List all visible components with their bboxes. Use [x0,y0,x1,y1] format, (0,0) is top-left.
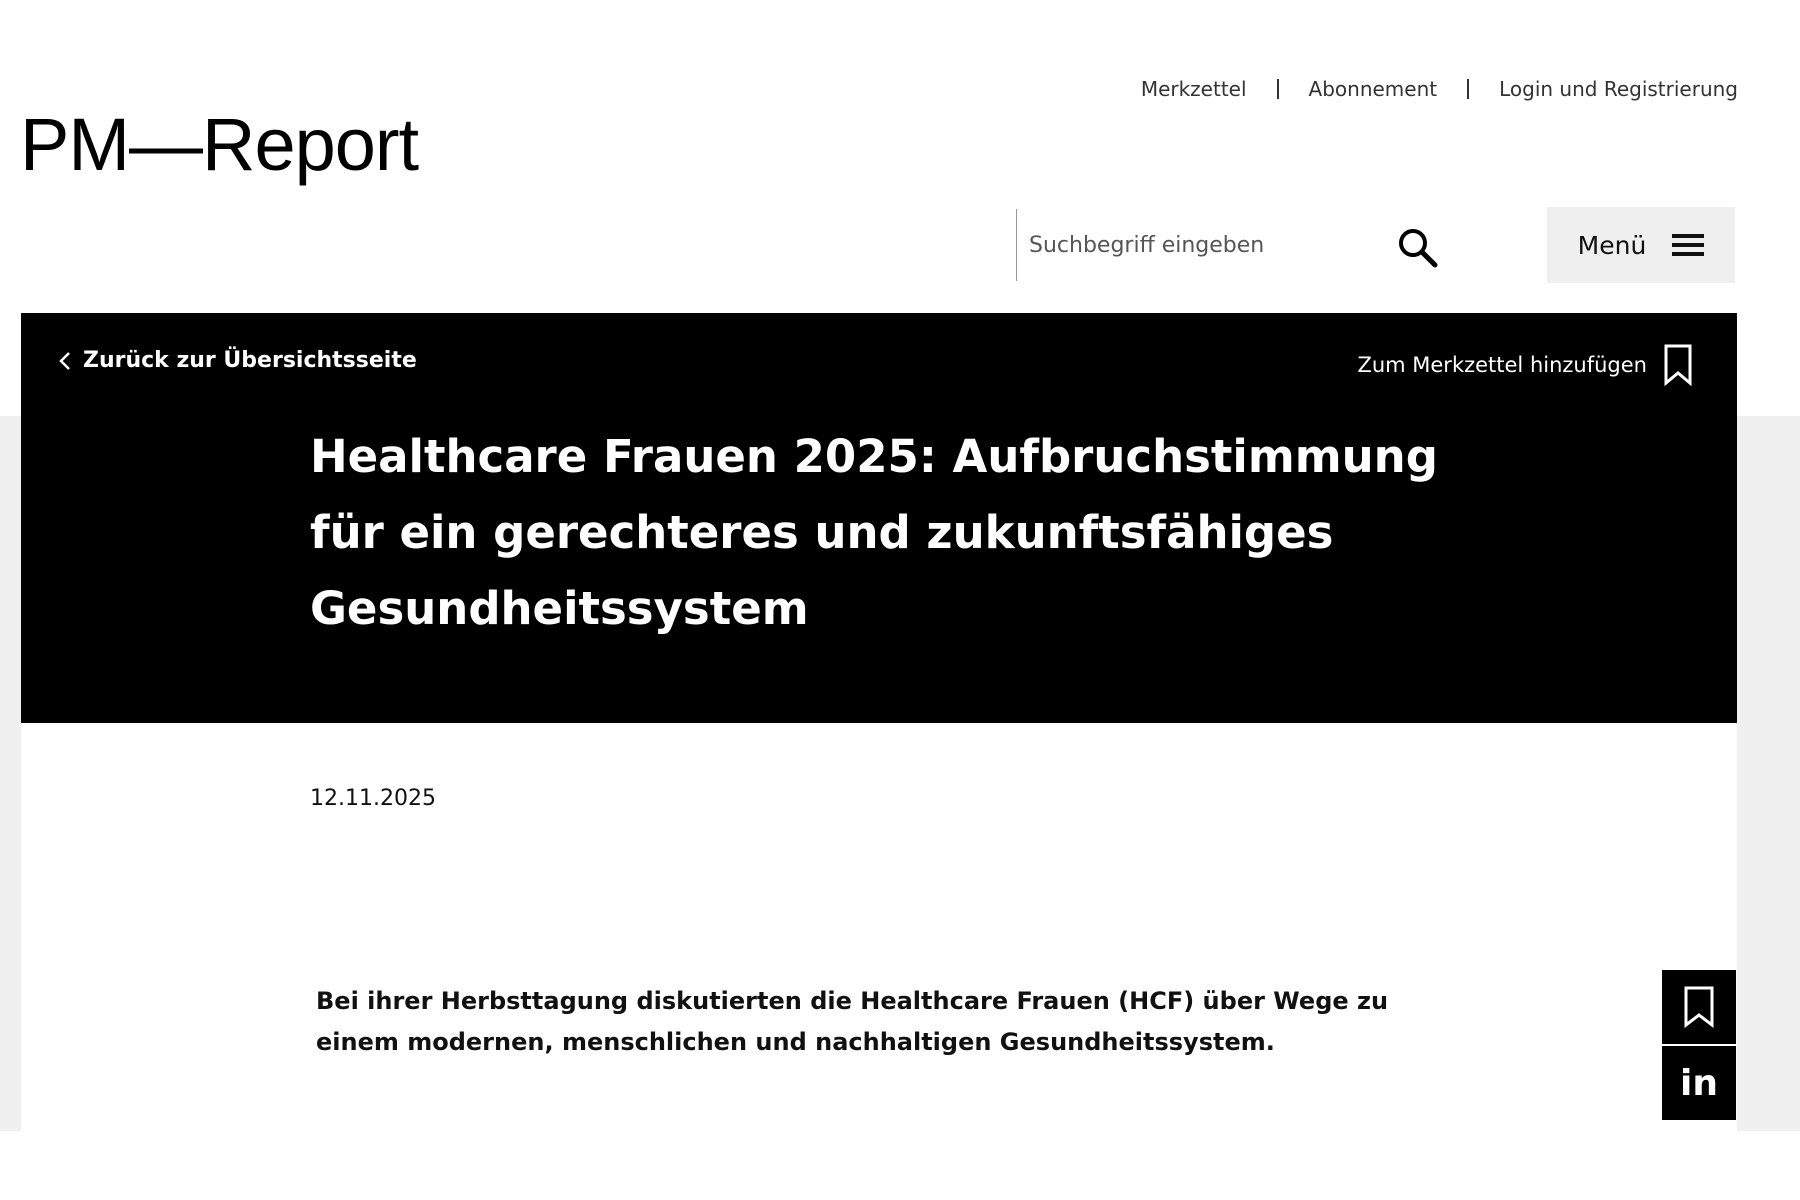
add-to-bookmarks-button[interactable]: Zum Merkzettel hinzufügen [1357,343,1693,387]
hamburger-icon [1672,234,1705,256]
top-navigation: Merkzettel Abonnement Login und Registri… [1141,77,1738,101]
search-input[interactable] [1027,231,1361,259]
login-link[interactable]: Login und Registrierung [1499,77,1738,101]
article-hero: Zurück zur Übersichtsseite Zum Merkzette… [21,313,1737,723]
nav-separator [1276,79,1279,99]
search-box [1016,209,1437,281]
bookmark-label: Zum Merkzettel hinzufügen [1357,353,1647,377]
site-logo[interactable]: PM—Report [20,108,419,182]
abonnement-link[interactable]: Abonnement [1309,77,1438,101]
article-content: 12.11.2025 Bei ihrer Herbsttagung diskut… [21,723,1737,1131]
merkzettel-link[interactable]: Merkzettel [1141,77,1247,101]
linkedin-share-button[interactable]: in [1662,1046,1736,1120]
menu-button[interactable]: Menü [1547,207,1735,283]
chevron-left-icon [59,351,70,370]
linkedin-icon: in [1680,1062,1718,1104]
menu-label: Menü [1577,230,1647,260]
share-bar: in [1662,970,1736,1122]
bookmark-share-button[interactable] [1662,970,1736,1044]
article-lead: Bei ihrer Herbsttagung diskutierten die … [316,987,1389,1056]
article-date: 12.11.2025 [310,786,436,811]
bookmark-icon [1684,986,1714,1029]
article-title: Healthcare Frauen 2025: Aufbruchstimmung… [310,430,1438,635]
bookmark-icon [1664,344,1692,387]
back-link-label: Zurück zur Übersichtsseite [83,348,417,373]
nav-separator [1467,79,1470,99]
search-button[interactable] [1396,226,1440,270]
back-to-overview-link[interactable]: Zurück zur Übersichtsseite [59,348,417,373]
search-icon [1399,229,1438,268]
